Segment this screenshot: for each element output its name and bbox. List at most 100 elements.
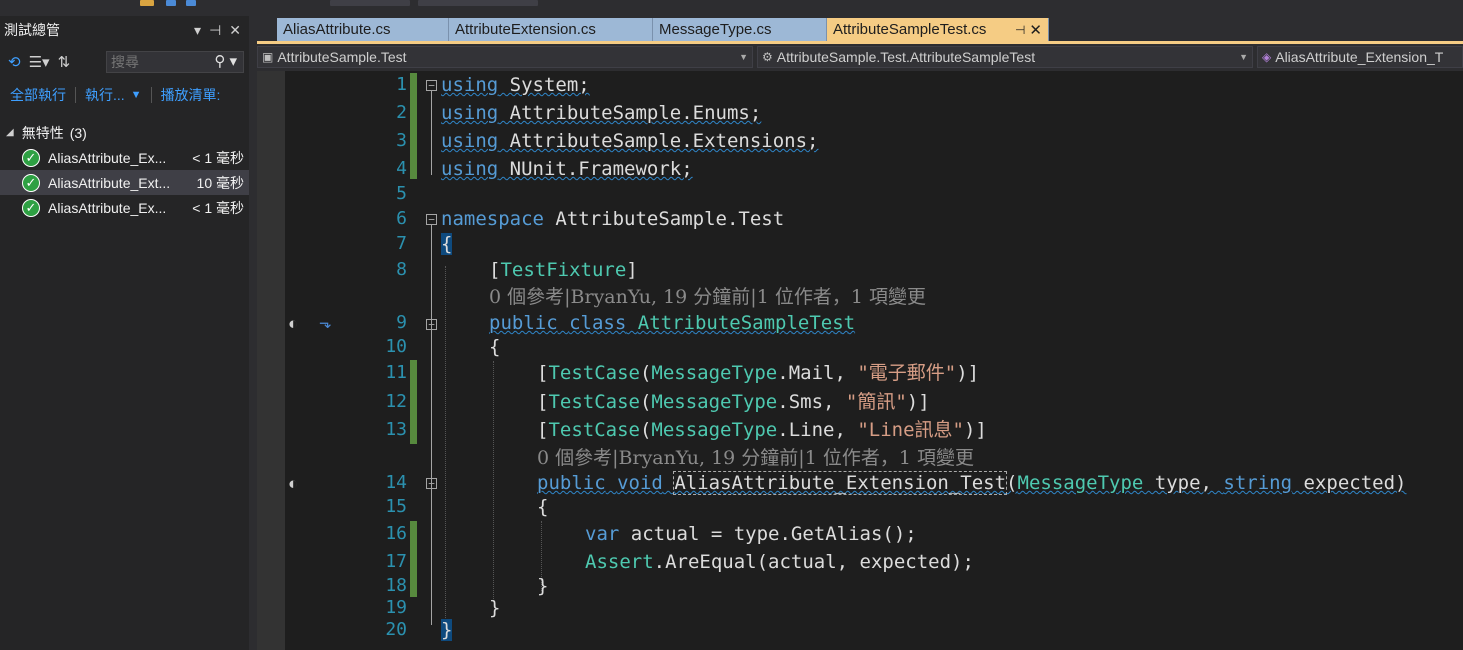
test-status-icon[interactable]: ◐ [288,474,298,494]
run-tests-after-build-icon[interactable]: ⟲ [8,53,21,71]
line-number: 20 [385,619,407,640]
playlist-link[interactable]: 播放清單: [161,85,221,105]
project-label: AttributeSample.Test [277,49,407,65]
chevron-down-icon[interactable]: ▼ [131,89,142,101]
test-row[interactable]: ✓ AliasAttribute_Ex... < 1 毫秒 [0,195,249,220]
group-label: 無特性 [21,124,64,141]
playlist-icon[interactable]: ⇅ [58,53,71,71]
search-input[interactable] [107,52,211,72]
panel-title: 測試總管 [4,22,60,38]
passed-check-icon: ✓ [22,173,40,192]
tab-label: AttributeSampleTest.cs [833,21,987,38]
member-dropdown[interactable]: ◈ AliasAttribute_Extension_T [1257,46,1463,68]
tab-message-type[interactable]: MessageType.cs [653,18,827,41]
code-line: using AttributeSample.Enums; [441,102,762,124]
code-line: public class AttributeSampleTest [489,312,856,334]
fold-guide [431,91,432,175]
code-line: public void AliasAttribute_Extension_Tes… [537,471,1407,495]
navigation-bar: ▣ AttributeSample.Test ▼ ⚙ AttributeSamp… [257,44,1463,71]
code-line: Assert.AreEqual(actual, expected); [585,551,974,573]
code-lens[interactable]: 0 個參考|BryanYu, 19 分鐘前|1 位作者，1 項變更 [537,445,974,471]
divider [150,87,152,103]
run-link[interactable]: 執行... [85,85,125,105]
class-diagram-icon[interactable]: ⬎ [319,314,332,332]
chevron-down-icon[interactable]: ▾ [194,22,201,39]
test-status-icon[interactable]: ◐ [288,314,298,334]
pin-icon[interactable]: ⊣ [1015,23,1025,37]
editor-margin [257,71,285,650]
code-line: } [537,575,549,597]
line-number: 2 [396,102,407,123]
line-number: 10 [385,336,407,357]
change-indicator [410,73,417,179]
line-number: 12 [385,391,407,412]
document-tabs: AliasAttribute.cs AttributeExtension.cs … [277,18,1463,42]
code-line: } [441,619,453,641]
test-tree: ◢ 無特性 (3) ✓ AliasAttribute_Ex... < 1 毫秒 … [0,120,249,220]
tab-label: AliasAttribute.cs [283,21,391,38]
collapse-toggle[interactable]: − [426,478,437,489]
search-icon[interactable]: ⚲ ▾ [214,52,237,70]
test-row[interactable]: ✓ AliasAttribute_Ex... < 1 毫秒 [0,145,249,170]
toolbar-icon[interactable] [140,0,154,6]
code-line: { [489,336,501,358]
code-line: } [489,597,501,619]
toolbar-icon[interactable] [186,0,196,6]
tab-alias-attribute[interactable]: AliasAttribute.cs [277,18,449,41]
test-explorer-titlebar: 測試總管 ▾ ⊣ ✕ [0,16,249,44]
code-line: using AttributeSample.Extensions; [441,130,819,152]
test-explorer-toolbar: ⟲ ☰▾ ⇅ ⚲ ▾ [0,48,249,76]
pin-icon[interactable]: ⊣ [209,22,221,39]
code-editor[interactable]: ◐ ⬎ ◐ − − − − 1 2 3 4 5 6 7 8 9 10 11 12… [257,71,1463,650]
line-number: 11 [385,362,407,383]
tab-label: MessageType.cs [659,21,772,38]
close-icon[interactable]: ✕ [1029,21,1042,39]
run-all-link[interactable]: 全部執行 [10,85,66,105]
passed-check-icon: ✓ [22,198,40,217]
code-line: namespace AttributeSample.Test [441,208,785,230]
line-number: 15 [385,496,407,517]
project-dropdown[interactable]: ▣ AttributeSample.Test ▼ [257,46,753,68]
type-dropdown[interactable]: ⚙ AttributeSample.Test.AttributeSampleTe… [757,46,1253,68]
test-row[interactable]: ✓ AliasAttribute_Ext... 10 毫秒 [0,170,249,195]
csharp-project-icon: ▣ [262,50,274,64]
code-line: [TestCase(MessageType.Line, "Line訊息")] [537,419,987,441]
method-icon: ◈ [1262,50,1272,64]
main-toolbar-strip [0,0,1463,10]
test-duration: 10 毫秒 [196,174,244,191]
code-line: [TestFixture] [489,259,638,281]
tab-attribute-extension[interactable]: AttributeExtension.cs [449,18,653,41]
tab-label: AttributeExtension.cs [455,21,596,38]
code-line: using System; [441,74,590,96]
change-indicator [410,360,417,444]
code-line: { [441,233,453,255]
expand-triangle-icon[interactable]: ◢ [6,127,14,138]
line-number: 1 [396,74,407,95]
toolbar-dropdown[interactable] [330,0,410,6]
chevron-down-icon: ▼ [1239,52,1248,62]
code-line: [TestCase(MessageType.Mail, "電子郵件")] [537,362,980,384]
code-line: var actual = type.GetAlias(); [585,523,917,545]
collapse-toggle[interactable]: − [426,214,437,225]
tab-attribute-sample-test[interactable]: AttributeSampleTest.cs ⊣ ✕ [827,18,1049,41]
code-line: using NUnit.Framework; [441,158,693,180]
line-number: 5 [396,183,407,204]
code-line: [TestCase(MessageType.Sms, "簡訊")] [537,391,930,413]
test-name: AliasAttribute_Ext... [48,174,171,191]
code-lens[interactable]: 0 個參考|BryanYu, 19 分鐘前|1 位作者，1 項變更 [489,284,926,310]
collapse-toggle[interactable]: − [426,319,437,330]
test-group[interactable]: ◢ 無特性 (3) [0,120,249,145]
fold-guide [431,225,432,625]
code-line: { [537,496,549,518]
collapse-toggle[interactable]: − [426,80,437,91]
search-box[interactable]: ⚲ ▾ [106,51,244,73]
line-number: 16 [385,523,407,544]
toolbar-dropdown[interactable] [418,0,538,6]
toolbar-icon[interactable] [166,0,176,6]
close-icon[interactable]: ✕ [229,22,241,39]
line-number: 8 [396,259,407,280]
line-number: 7 [396,233,407,254]
test-name: AliasAttribute_Ex... [48,199,167,216]
divider [75,87,76,103]
group-by-icon[interactable]: ☰▾ [29,53,50,71]
